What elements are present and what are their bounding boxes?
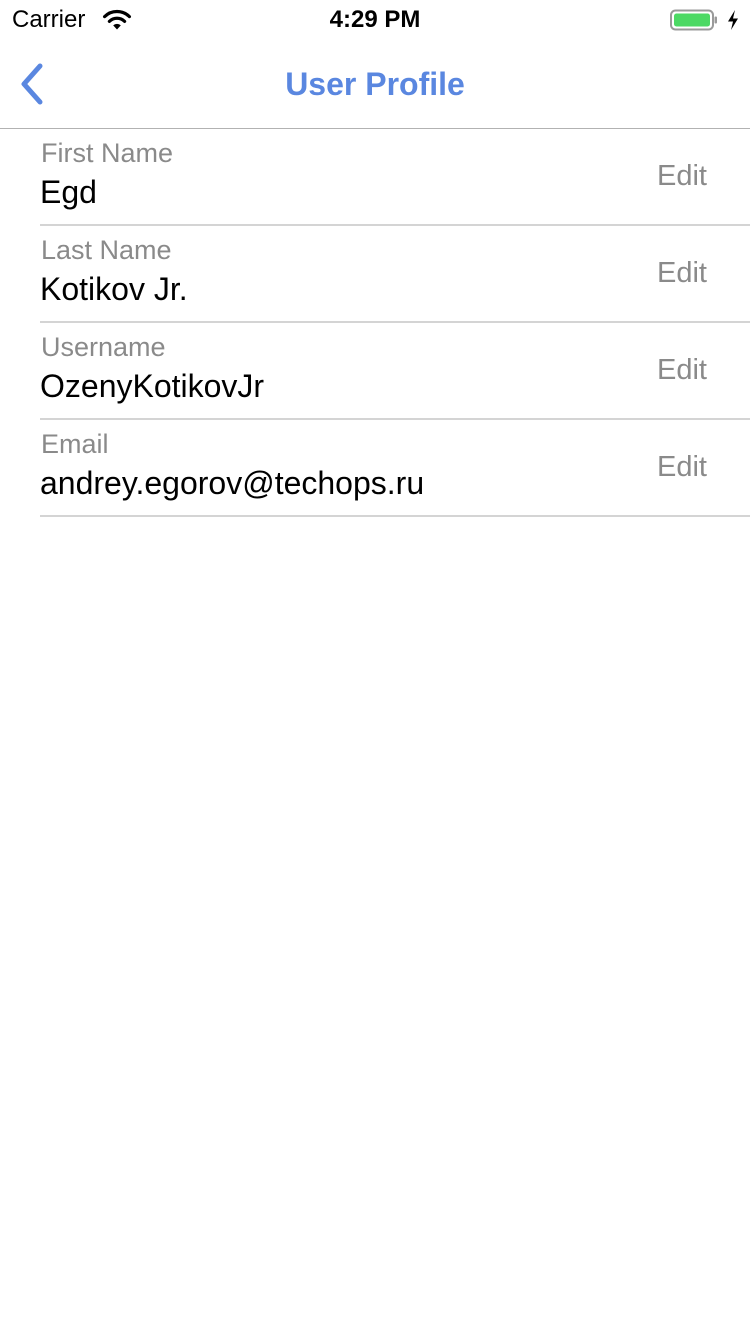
username-label: Username: [41, 332, 166, 362]
edit-last-name-button[interactable]: Edit: [657, 256, 707, 290]
profile-row-email: Email andrey.egorov@techops.ru Edit: [40, 420, 750, 517]
last-name-value: Kotikov Jr.: [40, 271, 188, 307]
bolt-icon: [728, 10, 738, 30]
navigation-bar: User Profile: [0, 40, 750, 129]
username-value: OzenyKotikovJr: [40, 368, 265, 404]
edit-email-button[interactable]: Edit: [657, 450, 707, 484]
email-label: Email: [41, 429, 109, 459]
status-bar: Carrier 4:29 PM: [0, 0, 750, 40]
last-name-label: Last Name: [41, 235, 172, 265]
profile-list: First Name Egd Edit Last Name Kotikov Jr…: [0, 129, 750, 517]
page-title: User Profile: [285, 66, 465, 102]
profile-row-username: Username OzenyKotikovJr Edit: [40, 323, 750, 420]
first-name-value: Egd: [40, 174, 97, 210]
profile-row-first-name: First Name Egd Edit: [40, 129, 750, 226]
edit-username-button[interactable]: Edit: [657, 353, 707, 387]
battery-icon: [670, 9, 717, 31]
email-value: andrey.egorov@techops.ru: [40, 465, 425, 501]
profile-row-last-name: Last Name Kotikov Jr. Edit: [40, 226, 750, 323]
first-name-label: First Name: [41, 138, 174, 168]
edit-first-name-button[interactable]: Edit: [657, 159, 707, 193]
status-time: 4:29 PM: [329, 6, 421, 33]
